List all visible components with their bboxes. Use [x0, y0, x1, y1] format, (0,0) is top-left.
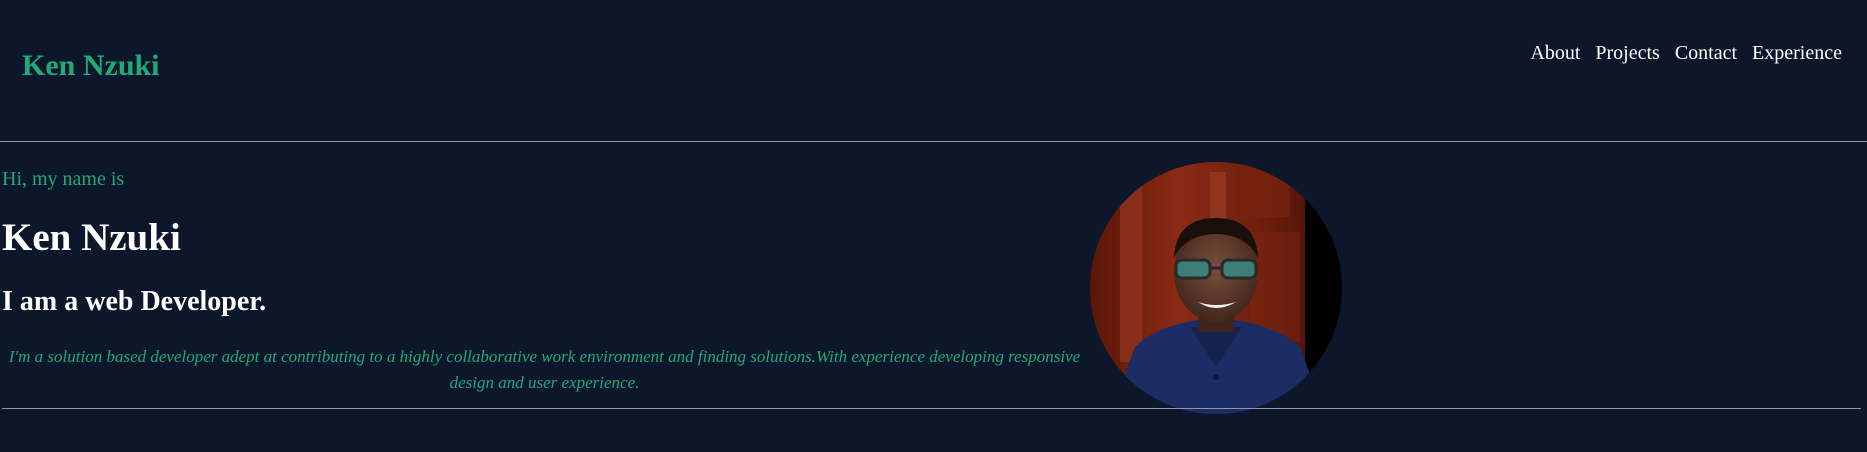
portfolio-page: Ken Nzuki About Projects Contact Experie…: [0, 0, 1867, 452]
hero-description: I'm a solution based developer adept at …: [8, 347, 1081, 392]
profile-photo: [1090, 162, 1342, 414]
main-nav: About Projects Contact Experience: [1530, 40, 1842, 66]
profile-photo-illustration: [1090, 162, 1342, 414]
header-divider: [0, 141, 1867, 142]
nav-about-link[interactable]: About: [1530, 40, 1580, 66]
hero-name: Ken Nzuki: [2, 216, 181, 259]
hero-divider: [2, 408, 1861, 409]
nav-experience-link[interactable]: Experience: [1752, 40, 1842, 66]
hero-greeting: Hi, my name is: [2, 168, 125, 190]
nav-projects-link[interactable]: Projects: [1595, 40, 1659, 66]
nav-contact-link[interactable]: Contact: [1675, 40, 1737, 66]
hero-role: I am a web Developer.: [2, 286, 267, 317]
brand-logo[interactable]: Ken Nzuki: [22, 46, 160, 86]
